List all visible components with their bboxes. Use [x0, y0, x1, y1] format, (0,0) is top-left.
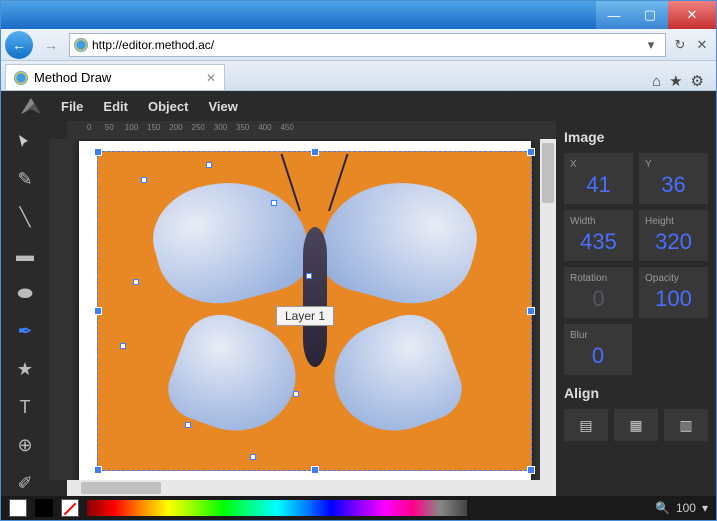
no-color-swatch[interactable]	[61, 499, 79, 517]
stop-icon[interactable]: ✕	[692, 35, 712, 55]
resize-handle[interactable]	[527, 466, 535, 474]
resize-handle[interactable]	[311, 148, 319, 156]
layer-label[interactable]: Layer 1	[276, 306, 334, 326]
prop-opacity[interactable]: Opacity100	[639, 267, 708, 318]
align-right-button[interactable]: ▥	[664, 409, 708, 441]
properties-panel: Image X41 Y36 Width435 Height320 Rotatio…	[556, 121, 716, 496]
menubar: File Edit Object View	[1, 91, 716, 121]
menu-object[interactable]: Object	[148, 99, 188, 114]
zoom-value: 100	[676, 501, 696, 515]
zoom-control[interactable]: 🔍 100 ▾	[655, 501, 708, 515]
prop-x[interactable]: X41	[564, 153, 633, 204]
window-minimize-button[interactable]: —	[596, 1, 632, 29]
tab-title: Method Draw	[34, 70, 111, 85]
browser-navbar: ← → http://editor.method.ac/ ▾ ↻ ✕	[1, 29, 716, 61]
dropdown-icon[interactable]: ▾	[641, 35, 661, 55]
prop-width[interactable]: Width435	[564, 210, 633, 261]
eyedropper-tool-icon[interactable]: ✐	[11, 470, 39, 496]
ellipse-tool-icon[interactable]: ⬬	[11, 281, 39, 307]
resize-handle[interactable]	[94, 148, 102, 156]
fill-swatch[interactable]	[9, 499, 27, 517]
app-container: File Edit Object View ✎ ╲ ▬ ⬬ ✒ ★ T ⊕ ✐	[1, 91, 716, 520]
text-tool-icon[interactable]: T	[11, 394, 39, 420]
window-maximize-button[interactable]: ▢	[632, 1, 668, 29]
menu-file[interactable]: File	[61, 99, 83, 114]
align-center-button[interactable]: ▦	[614, 409, 658, 441]
ie-page-icon	[74, 38, 88, 52]
line-tool-icon[interactable]: ╲	[11, 205, 39, 231]
toolbar: ✎ ╲ ▬ ⬬ ✒ ★ T ⊕ ✐	[1, 121, 49, 496]
prop-height[interactable]: Height320	[639, 210, 708, 261]
ruler-vertical	[49, 139, 67, 480]
zoom-icon: 🔍	[655, 501, 670, 515]
menu-edit[interactable]: Edit	[103, 99, 128, 114]
browser-tab[interactable]: Method Draw ✕	[5, 64, 225, 90]
address-bar[interactable]: http://editor.method.ac/ ▾	[69, 33, 666, 57]
rect-tool-icon[interactable]: ▬	[11, 243, 39, 269]
tab-favicon	[14, 71, 28, 85]
canvas-area: Layer 1	[49, 121, 556, 496]
browser-back-button[interactable]: ←	[5, 31, 33, 59]
resize-handle[interactable]	[527, 148, 535, 156]
tab-row: Method Draw ✕ ⌂ ★ ⚙	[1, 61, 716, 91]
prop-y[interactable]: Y36	[639, 153, 708, 204]
prop-blur[interactable]: Blur0	[564, 324, 632, 375]
home-icon[interactable]: ⌂	[652, 73, 661, 90]
resize-handle[interactable]	[94, 307, 102, 315]
settings-icon[interactable]: ⚙	[691, 72, 704, 90]
path-tool-icon[interactable]: ✒	[11, 319, 39, 345]
browser-right-menu: ⌂ ★ ⚙	[644, 72, 712, 90]
window-titlebar: — ▢ ✕	[1, 1, 716, 29]
color-palette[interactable]	[87, 500, 467, 516]
ruler-horizontal	[67, 121, 556, 139]
window-close-button[interactable]: ✕	[668, 1, 716, 29]
work-row: ✎ ╲ ▬ ⬬ ✒ ★ T ⊕ ✐	[1, 121, 716, 496]
scrollbar-horizontal[interactable]	[67, 480, 556, 496]
browser-forward-button[interactable]: →	[37, 31, 65, 59]
browser-window: — ▢ ✕ ← → http://editor.method.ac/ ▾ ↻ ✕…	[0, 0, 717, 521]
pencil-tool-icon[interactable]: ✎	[11, 167, 39, 193]
tab-close-icon[interactable]: ✕	[206, 71, 216, 85]
address-url: http://editor.method.ac/	[92, 38, 214, 52]
footer: 🔍 100 ▾	[1, 496, 716, 520]
prop-rotation[interactable]: Rotation0	[564, 267, 633, 318]
star-tool-icon[interactable]: ★	[11, 356, 39, 382]
app-logo-icon[interactable]	[21, 98, 41, 114]
scrollbar-vertical[interactable]	[540, 139, 556, 480]
menu-view[interactable]: View	[208, 99, 237, 114]
refresh-icon[interactable]: ↻	[670, 35, 690, 55]
resize-handle[interactable]	[311, 466, 319, 474]
favorites-icon[interactable]: ★	[669, 72, 682, 90]
zoom-dropdown-icon[interactable]: ▾	[702, 501, 708, 515]
panel-heading: Image	[564, 129, 708, 145]
align-left-button[interactable]: ▤	[564, 409, 608, 441]
canvas-viewport[interactable]: Layer 1	[67, 139, 540, 480]
resize-handle[interactable]	[94, 466, 102, 474]
canvas[interactable]: Layer 1	[79, 141, 531, 480]
zoom-tool-icon[interactable]: ⊕	[11, 432, 39, 458]
stroke-swatch[interactable]	[35, 499, 53, 517]
resize-handle[interactable]	[527, 307, 535, 315]
align-heading: Align	[564, 385, 708, 401]
select-tool-icon[interactable]	[11, 129, 39, 155]
